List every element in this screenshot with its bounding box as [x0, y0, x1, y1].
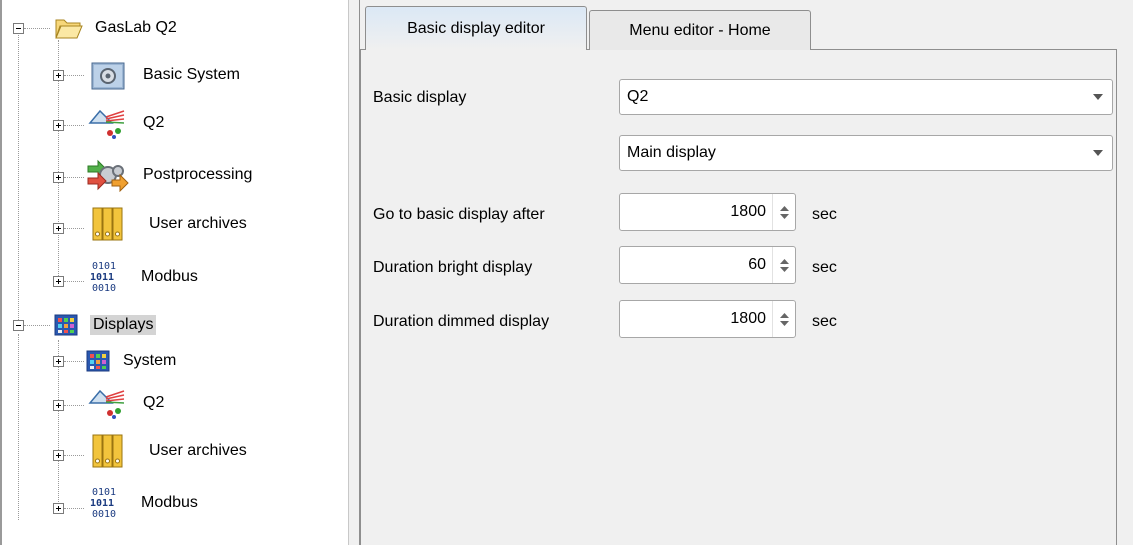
tree-connector: [24, 325, 50, 326]
gear-box-icon: [91, 62, 125, 90]
sub-display-select[interactable]: Main display: [619, 135, 1113, 171]
gears-arrows-icon: [87, 159, 129, 192]
spin-down-icon[interactable]: [779, 213, 789, 219]
tree-node-label: Modbus: [141, 268, 198, 285]
display-grid-icon: [86, 350, 110, 372]
tree-connector: [64, 228, 84, 229]
expand-toggle[interactable]: [53, 503, 64, 514]
binary-icon: 0101 1011 0010: [90, 487, 116, 520]
goto-basic-display-value: 1800: [730, 203, 766, 220]
duration-bright-spinner[interactable]: 60: [619, 246, 796, 284]
tree-node-displays-q2[interactable]: Q2: [86, 389, 167, 419]
tree-node-q2[interactable]: Q2: [86, 109, 167, 139]
tree-connector: [64, 508, 84, 509]
expand-toggle[interactable]: [53, 172, 64, 183]
app-window: GasLab Q2 Basic System Q2 Postprocessing…: [0, 0, 1133, 545]
navigation-tree: GasLab Q2 Basic System Q2 Postprocessing…: [0, 0, 348, 545]
svg-text:1011: 1011: [90, 498, 114, 509]
unit-label: sec: [812, 313, 837, 330]
basic-display-select[interactable]: Q2: [619, 79, 1113, 115]
tree-node-label: User archives: [149, 215, 247, 232]
tree-node-postprocessing[interactable]: Postprocessing: [86, 159, 255, 192]
folder-open-icon: [55, 19, 83, 39]
tree-node-label: Modbus: [141, 494, 198, 511]
tree-node-label: Displays: [90, 315, 157, 335]
archive-binders-icon: [92, 434, 123, 468]
duration-dimmed-spinner[interactable]: 1800: [619, 300, 796, 338]
collapse-toggle[interactable]: [13, 23, 24, 34]
tree-node-gaslab-q2[interactable]: GasLab Q2: [54, 15, 180, 41]
expand-toggle[interactable]: [53, 223, 64, 234]
duration-dimmed-label: Duration dimmed display: [373, 313, 550, 330]
expand-toggle[interactable]: [53, 70, 64, 81]
chevron-down-icon[interactable]: [1084, 136, 1112, 170]
tab-menu-editor-home[interactable]: Menu editor - Home: [589, 10, 811, 50]
svg-text:0101: 0101: [92, 487, 116, 498]
spinner-buttons[interactable]: [772, 301, 795, 337]
tree-connector: [64, 75, 84, 76]
tree-guide-line: [18, 334, 19, 520]
tree-node-label: Postprocessing: [143, 166, 253, 183]
tree-node-displays[interactable]: Displays: [54, 312, 157, 338]
duration-bright-value: 60: [748, 256, 766, 273]
spin-up-icon[interactable]: [779, 205, 789, 211]
tree-node-label: System: [123, 352, 177, 369]
tab-label: Basic display editor: [407, 19, 545, 37]
svg-text:0010: 0010: [92, 283, 116, 294]
tree-node-label: GasLab Q2: [95, 19, 177, 36]
editor-panel: Basic display editor Menu editor - Home …: [360, 0, 1133, 545]
spin-down-icon[interactable]: [779, 266, 789, 272]
tree-node-label: Q2: [143, 114, 165, 131]
tree-connector: [64, 455, 84, 456]
goto-basic-display-label: Go to basic display after: [373, 206, 545, 223]
spin-up-icon[interactable]: [779, 258, 789, 264]
binary-icon: 0101 1011 0010: [90, 261, 116, 294]
goto-basic-display-spinner[interactable]: 1800: [619, 193, 796, 231]
tree-node-label: User archives: [149, 442, 247, 459]
tree-connector: [24, 28, 50, 29]
tree-connector: [64, 281, 84, 282]
prism-icon: [88, 389, 125, 419]
spinner-buttons[interactable]: [772, 194, 795, 230]
tree-node-label: Basic System: [143, 66, 240, 83]
expand-toggle[interactable]: [53, 356, 64, 367]
spinner-buttons[interactable]: [772, 247, 795, 283]
tree-node-user-archives[interactable]: User archives: [92, 207, 250, 241]
tree-node-displays-modbus[interactable]: 0101 1011 0010 Modbus: [88, 487, 201, 520]
tree-node-modbus[interactable]: 0101 1011 0010 Modbus: [88, 261, 201, 294]
expand-toggle[interactable]: [53, 276, 64, 287]
spin-up-icon[interactable]: [779, 312, 789, 318]
expand-toggle[interactable]: [53, 400, 64, 411]
duration-dimmed-value: 1800: [730, 310, 766, 327]
tree-node-basic-system[interactable]: Basic System: [90, 62, 243, 90]
display-grid-icon: [54, 314, 78, 336]
tree-node-displays-user-archives[interactable]: User archives: [92, 434, 250, 468]
svg-text:0101: 0101: [92, 261, 116, 272]
archive-binders-icon: [92, 207, 123, 241]
sub-display-value: Main display: [627, 144, 716, 161]
chevron-down-icon[interactable]: [1084, 80, 1112, 114]
tab-basic-display-editor[interactable]: Basic display editor: [365, 6, 587, 50]
tree-node-system[interactable]: System: [86, 348, 179, 374]
spin-down-icon[interactable]: [779, 320, 789, 326]
tab-label: Menu editor - Home: [629, 21, 771, 39]
expand-toggle[interactable]: [53, 120, 64, 131]
collapse-toggle[interactable]: [13, 320, 24, 331]
unit-label: sec: [812, 259, 837, 276]
prism-icon: [88, 109, 125, 139]
duration-bright-label: Duration bright display: [373, 259, 533, 276]
basic-display-value: Q2: [627, 88, 649, 105]
svg-text:0010: 0010: [92, 509, 116, 520]
expand-toggle[interactable]: [53, 450, 64, 461]
tree-connector: [64, 405, 84, 406]
tree-connector: [64, 125, 84, 126]
tab-content: [360, 49, 1117, 545]
tree-guide-line: [18, 26, 19, 320]
tree-connector: [64, 177, 84, 178]
unit-label: sec: [812, 206, 837, 223]
svg-text:1011: 1011: [90, 272, 114, 283]
tree-node-label: Q2: [143, 394, 165, 411]
basic-display-label: Basic display: [373, 89, 467, 106]
tree-connector: [64, 361, 84, 362]
